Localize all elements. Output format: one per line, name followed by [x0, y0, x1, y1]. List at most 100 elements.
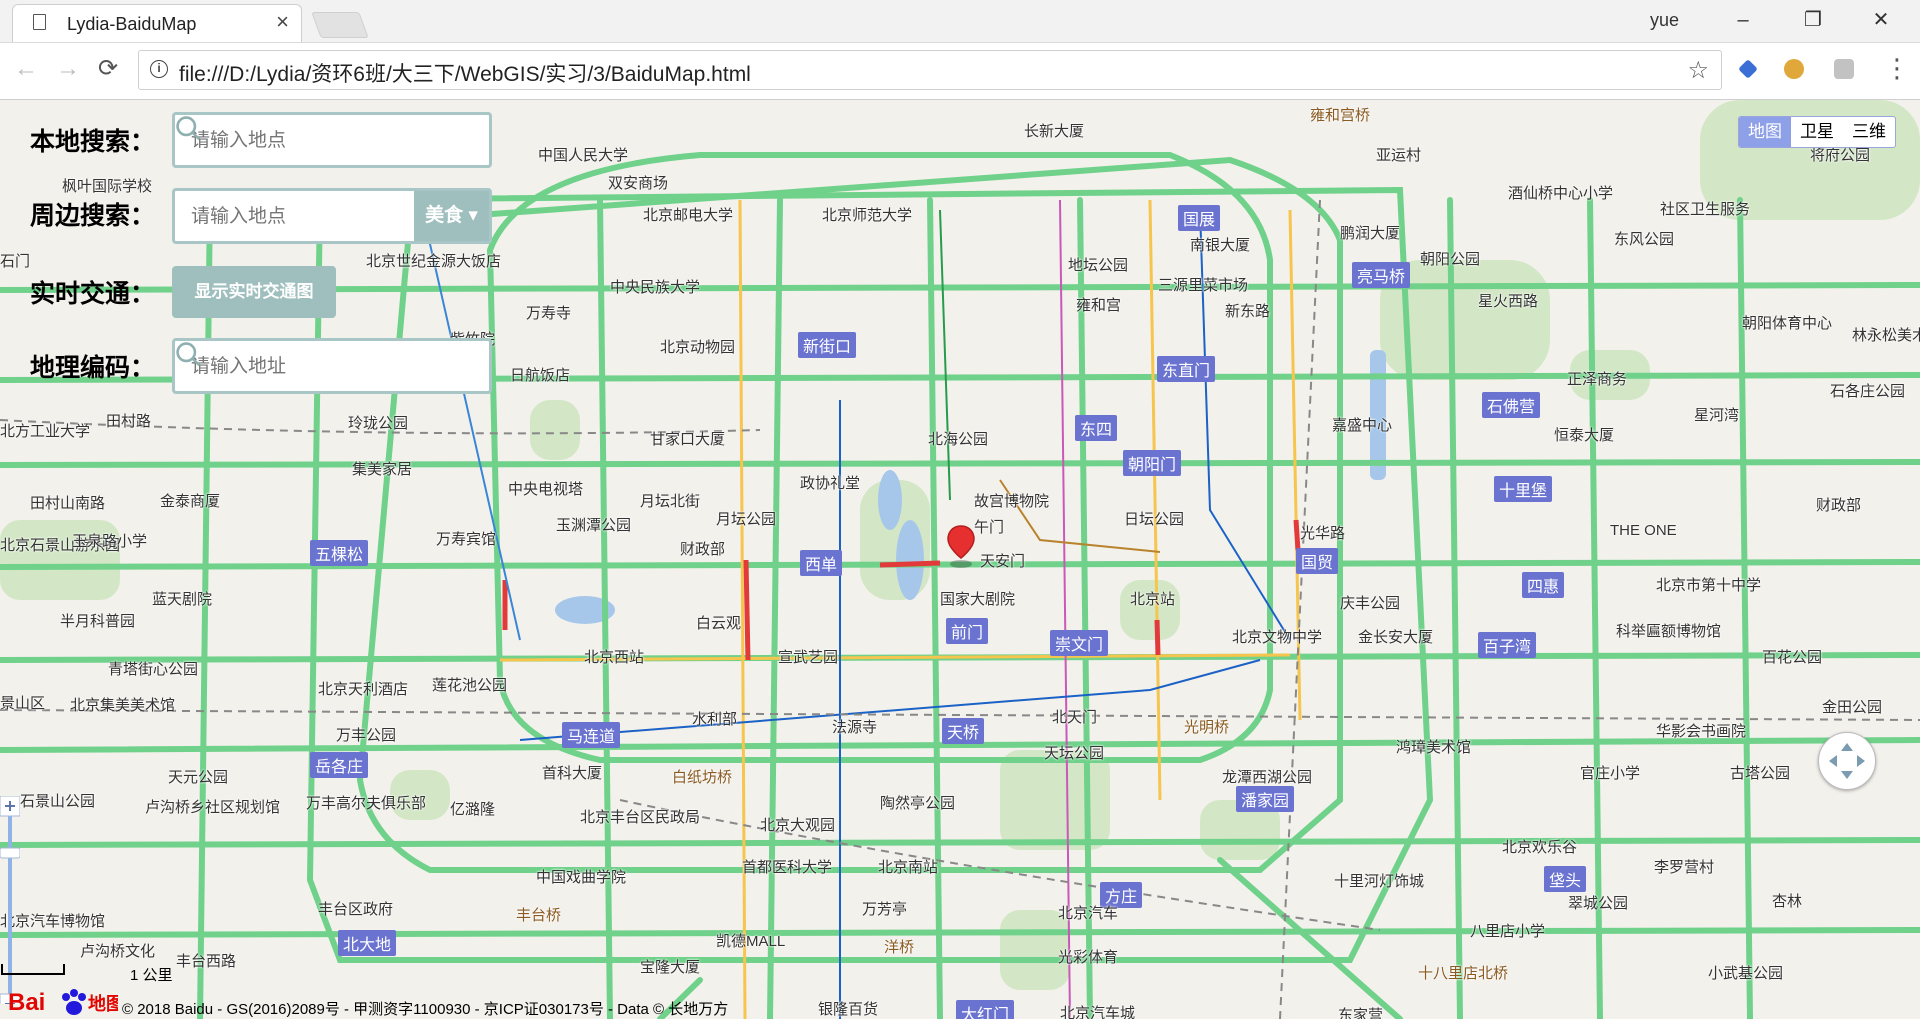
map-place-label[interactable]: 朝阳公园: [1420, 248, 1480, 269]
browser-menu-icon[interactable]: ⋮: [1884, 51, 1910, 85]
map-place-label[interactable]: 庆丰公园: [1340, 592, 1400, 613]
map-place-label[interactable]: 北京集美美术馆: [70, 694, 175, 715]
map-place-label[interactable]: 宝隆大厦: [640, 956, 700, 977]
close-window-button[interactable]: ✕: [1856, 4, 1906, 36]
map-place-label[interactable]: 地坛公园: [1068, 254, 1128, 275]
map-place-label[interactable]: 石门: [0, 250, 30, 271]
baidu-logo[interactable]: Bai 地图: [8, 982, 118, 1018]
minimize-button[interactable]: –: [1718, 4, 1768, 36]
map-place-label[interactable]: 金长安大厦: [1358, 626, 1433, 647]
map-place-label[interactable]: THE ONE: [1610, 522, 1677, 539]
map-place-label[interactable]: 银隆百货: [818, 998, 878, 1019]
subway-station-label[interactable]: 新街口: [798, 332, 857, 358]
map-place-label[interactable]: 北方工业大学: [0, 420, 90, 441]
map-place-label[interactable]: 亿潞隆: [450, 798, 495, 819]
map-place-label[interactable]: 社区卫生服务: [1660, 198, 1750, 219]
map-place-label[interactable]: 八里店小学: [1470, 920, 1545, 941]
map-place-label[interactable]: 丰台桥: [516, 904, 561, 925]
map-place-label[interactable]: 北京文物中学: [1232, 626, 1322, 647]
map-place-label[interactable]: 北京汽车城: [1060, 1002, 1135, 1019]
map-place-label[interactable]: 东风公园: [1614, 228, 1674, 249]
map-place-label[interactable]: 月坛公园: [716, 508, 776, 529]
map-place-label[interactable]: 甘家口大厦: [650, 428, 725, 449]
nearby-category-dropdown[interactable]: 美食 ▾: [414, 191, 489, 241]
map-place-label[interactable]: 龙潭西湖公园: [1222, 766, 1312, 787]
map-place-label[interactable]: 天坛公园: [1044, 742, 1104, 763]
map-place-label[interactable]: 科举匾额博物馆: [1616, 620, 1721, 641]
map-place-label[interactable]: 东家营: [1338, 1004, 1383, 1019]
map-place-label[interactable]: 天元公园: [168, 766, 228, 787]
search-icon[interactable]: [175, 341, 201, 367]
map-place-label[interactable]: 星火西路: [1478, 290, 1538, 311]
map-place-label[interactable]: 宣武艺园: [778, 646, 838, 667]
map-place-label[interactable]: 青塔街心公园: [108, 658, 198, 679]
new-tab-button[interactable]: [311, 12, 369, 38]
subway-station-label[interactable]: 东四: [1075, 415, 1118, 441]
map-place-label[interactable]: 中央电视塔: [508, 478, 583, 499]
map-place-label[interactable]: 李罗营村: [1654, 856, 1714, 877]
map-place-label[interactable]: 新东路: [1225, 300, 1270, 321]
map-place-label[interactable]: 天安门: [980, 550, 1025, 571]
tab-close-icon[interactable]: ×: [276, 11, 289, 33]
map-place-label[interactable]: 北京欢乐谷: [1502, 836, 1577, 857]
map-place-label[interactable]: 雍和宫桥: [1310, 104, 1370, 125]
forward-button[interactable]: →: [56, 55, 80, 83]
subway-station-label[interactable]: 崇文门: [1050, 630, 1109, 656]
map-place-label[interactable]: 枫叶国际学校: [62, 175, 152, 196]
map-place-label[interactable]: 光彩体育: [1058, 946, 1118, 967]
map-place-label[interactable]: 玲珑公园: [348, 412, 408, 433]
map-place-label[interactable]: 北京大观园: [760, 814, 835, 835]
map-place-label[interactable]: 卢沟桥乡社区规划馆: [145, 796, 280, 817]
map-place-label[interactable]: 卢沟桥文化: [80, 940, 155, 961]
reload-button[interactable]: ⟳: [98, 55, 118, 83]
map-place-label[interactable]: 北京丰台区民政局: [580, 806, 700, 827]
map-place-label[interactable]: 财政部: [1816, 494, 1861, 515]
map-place-label[interactable]: 首都医科大学: [742, 856, 832, 877]
map-place-label[interactable]: 百花公园: [1762, 646, 1822, 667]
map-place-label[interactable]: 水利部: [692, 708, 737, 729]
map-place-label[interactable]: 正泽商务: [1567, 368, 1627, 389]
map-place-label[interactable]: 万寿寺: [526, 302, 571, 323]
back-button[interactable]: ←: [14, 55, 38, 83]
map-place-label[interactable]: 午门: [974, 516, 1004, 537]
map-canvas[interactable]: 中国人民大学 长新大厦 雍和宫桥 将府公园 枫叶国际学校 双安商场 北京邮电大学 北京师范大学…: [0, 100, 1920, 1019]
subway-station-label[interactable]: 石佛营: [1482, 392, 1541, 418]
map-place-label[interactable]: 十里河灯饰城: [1334, 870, 1424, 891]
map-place-label[interactable]: 北京南站: [878, 856, 938, 877]
bookmark-star-icon[interactable]: ☆: [1687, 56, 1709, 85]
map-place-label[interactable]: 万丰公园: [336, 724, 396, 745]
map-place-label[interactable]: 国家大剧院: [940, 588, 1015, 609]
subway-station-label[interactable]: 五棵松: [310, 540, 369, 566]
map-place-label[interactable]: 法源寺: [832, 716, 877, 737]
map-place-label[interactable]: 南银大厦: [1190, 234, 1250, 255]
map-place-label[interactable]: 杏林: [1772, 890, 1802, 911]
map-place-label[interactable]: 鸿璋美术馆: [1396, 736, 1471, 757]
subway-station-label[interactable]: 潘家园: [1236, 786, 1295, 812]
map-place-label[interactable]: 光华路: [1300, 522, 1345, 543]
map-place-label[interactable]: 北天门: [1052, 706, 1097, 727]
info-icon[interactable]: i: [150, 60, 168, 78]
map-place-label[interactable]: 北海公园: [928, 428, 988, 449]
map-place-label[interactable]: 洋桥: [884, 936, 914, 957]
map-place-label[interactable]: 玉渊潭公园: [556, 514, 631, 535]
show-traffic-button[interactable]: 显示实时交通图: [172, 266, 336, 318]
map-place-label[interactable]: 雍和宫: [1076, 294, 1121, 315]
map-place-label[interactable]: 金田公园: [1822, 696, 1882, 717]
map-place-label[interactable]: 玉泉路小学: [72, 530, 147, 551]
map-place-label[interactable]: 朝阳体育中心: [1742, 312, 1832, 333]
map-place-label[interactable]: 凯德MALL: [716, 930, 785, 951]
map-place-label[interactable]: 鹏润大厦: [1340, 222, 1400, 243]
map-place-label[interactable]: 丰台区政府: [318, 898, 393, 919]
map-place-label[interactable]: 日航饭店: [510, 364, 570, 385]
map-place-label[interactable]: 翠城公园: [1568, 892, 1628, 913]
map-place-label[interactable]: 十八里店北桥: [1418, 962, 1508, 983]
map-place-label[interactable]: 故宫博物院: [974, 490, 1049, 511]
map-place-label[interactable]: 长新大厦: [1024, 120, 1084, 141]
map-type-3d-button[interactable]: 三维: [1843, 117, 1895, 147]
map-place-label[interactable]: 万芳亭: [862, 898, 907, 919]
subway-station-label[interactable]: 东直门: [1157, 356, 1216, 382]
map-place-label[interactable]: 光明桥: [1184, 716, 1229, 737]
subway-station-label[interactable]: 西单: [800, 550, 843, 576]
map-place-label[interactable]: 官庄小学: [1580, 762, 1640, 783]
map-place-label[interactable]: 小武基公园: [1708, 962, 1783, 983]
